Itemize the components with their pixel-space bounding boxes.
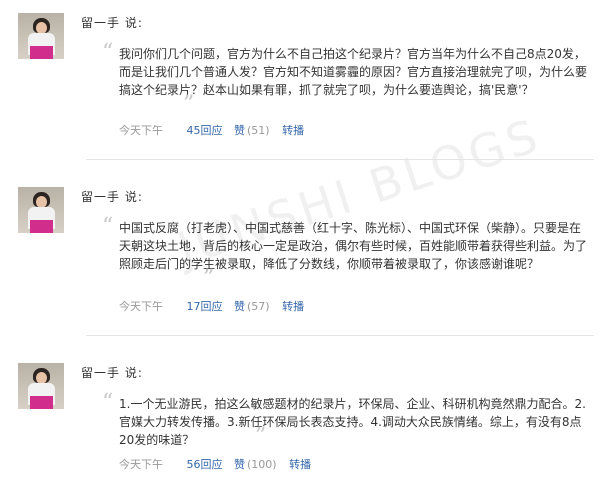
author-name[interactable]: 留一手 (81, 366, 120, 380)
replies-link[interactable]: 56回应 (187, 458, 223, 471)
author-name[interactable]: 留一手 (81, 190, 120, 204)
comment-author-line: 留一手 说: (81, 188, 143, 205)
quote-close-icon: ” (203, 266, 215, 291)
quote-close-icon: ” (255, 424, 267, 449)
comment-meta: 今天下午 17回应 赞 (57) 转播 (119, 298, 304, 314)
like-count: (51) (247, 124, 270, 137)
like-button[interactable]: 赞 (234, 458, 245, 471)
quote-open-icon: “ (102, 390, 114, 415)
comment-author-line: 留一手 说: (81, 14, 143, 31)
says-label: 说: (124, 366, 143, 380)
like-button[interactable]: 赞 (234, 124, 245, 137)
avatar[interactable] (18, 363, 64, 409)
comment-meta: 今天下午 56回应 赞 (100) 转播 (119, 456, 311, 472)
replies-link[interactable]: 17回应 (187, 300, 223, 313)
avatar[interactable] (18, 187, 64, 233)
share-button[interactable]: 转播 (282, 124, 304, 137)
comment-text: 我问你们几个问题，官方为什么不自己拍这个纪录片？官方当年为什么不自己8点20发，… (119, 47, 588, 97)
says-label: 说: (124, 190, 143, 204)
comment-text: 中国式反腐（打老虎）、中国式慈善（红十字、陈光标）、中国式环保（柴静）。只要是在… (119, 221, 588, 271)
comment-time: 今天下午 (119, 300, 163, 313)
comment-text: 1.一个无业游民，拍这么敏感题材的纪录片，环保局、企业、科研机构竟然鼎力配合。2… (119, 397, 586, 447)
quote-open-icon: “ (102, 214, 114, 239)
says-label: 说: (124, 16, 143, 30)
quote-close-icon: ” (183, 92, 195, 117)
share-button[interactable]: 转播 (282, 300, 304, 313)
comment-meta: 今天下午 45回应 赞 (51) 转播 (119, 122, 304, 138)
comment-time: 今天下午 (119, 124, 163, 137)
quote-open-icon: “ (102, 40, 114, 65)
author-name[interactable]: 留一手 (81, 16, 120, 30)
replies-link[interactable]: 45回应 (187, 124, 223, 137)
comment-author-line: 留一手 说: (81, 364, 143, 381)
like-button[interactable]: 赞 (234, 300, 245, 313)
divider (86, 159, 594, 160)
comment-time: 今天下午 (119, 458, 163, 471)
divider (86, 335, 594, 336)
avatar[interactable] (18, 13, 64, 59)
like-count: (100) (247, 458, 277, 471)
share-button[interactable]: 转播 (289, 458, 311, 471)
like-count: (57) (247, 300, 270, 313)
